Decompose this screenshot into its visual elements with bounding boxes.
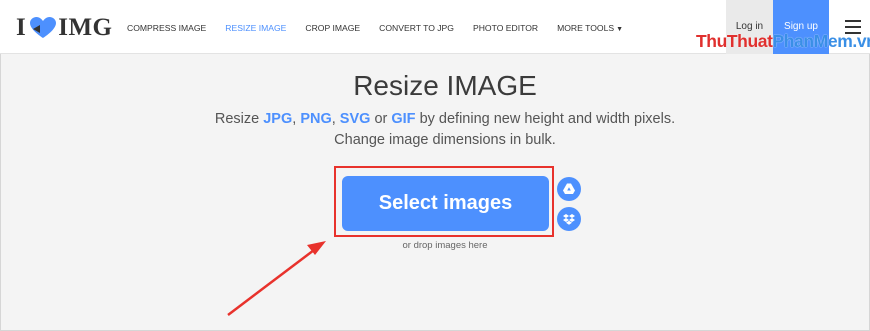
main-nav: COMPRESS IMAGE RESIZE IMAGE CROP IMAGE C…	[127, 23, 642, 33]
menu-bar	[845, 26, 861, 28]
desc-separator: ,	[331, 111, 340, 127]
watermark-part1: ThuThuat	[696, 31, 773, 51]
heart-logo-icon	[30, 17, 57, 38]
logo-letters-img: IMG	[58, 14, 113, 41]
watermark-part3: .vn	[852, 31, 870, 51]
dropbox-icon	[563, 214, 575, 225]
page-description: Resize JPG, PNG, SVG or GIF by defining …	[0, 111, 870, 127]
format-png: PNG	[300, 111, 332, 127]
drop-images-hint: or drop images here	[402, 240, 488, 251]
dropbox-button[interactable]	[557, 207, 581, 231]
page-description-line2: Change image dimensions in bulk.	[334, 132, 556, 148]
logo-letter-i: I	[16, 14, 27, 41]
select-images-button[interactable]: Select images	[342, 176, 549, 231]
nav-resize-image[interactable]: RESIZE IMAGE	[225, 23, 286, 33]
format-gif: GIF	[391, 111, 416, 127]
watermark: ThuThuatPhanMem.vn	[696, 31, 870, 52]
nav-photo-editor[interactable]: PHOTO EDITOR	[473, 23, 538, 33]
nav-more-tools-label: MORE TOOLS	[557, 23, 615, 33]
watermark-part2: PhanMem	[772, 31, 853, 51]
nav-more-tools[interactable]: MORE TOOLS ▼	[557, 23, 623, 33]
nav-convert-to-jpg[interactable]: CONVERT TO JPG	[379, 23, 454, 33]
google-drive-button[interactable]	[557, 177, 581, 201]
desc-separator: or	[370, 111, 392, 127]
desc-prefix: Resize	[214, 111, 264, 127]
ilovemg-logo[interactable]: I IMG	[16, 14, 113, 42]
google-drive-icon	[563, 183, 575, 194]
page-title: Resize IMAGE	[353, 70, 537, 101]
caret-down-icon: ▼	[616, 26, 624, 33]
menu-bar	[845, 20, 861, 22]
desc-suffix: by defining new height and width pixels.	[415, 111, 676, 127]
nav-compress-image[interactable]: COMPRESS IMAGE	[127, 23, 206, 33]
nav-crop-image[interactable]: CROP IMAGE	[305, 23, 360, 33]
format-jpg: JPG	[263, 111, 293, 127]
format-svg: SVG	[339, 111, 371, 127]
